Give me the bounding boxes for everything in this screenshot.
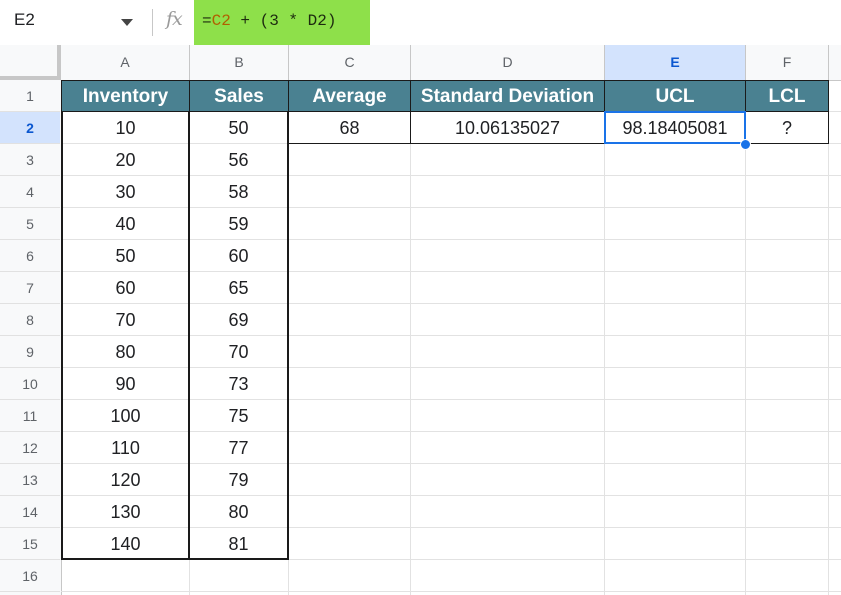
row-header[interactable]: 4: [0, 176, 60, 208]
formula-input[interactable]: =C2 + (3 * D2): [194, 0, 370, 45]
column-header-f[interactable]: F: [746, 45, 829, 80]
divider: [152, 9, 153, 36]
column-header-d[interactable]: D: [411, 45, 605, 80]
sales-cell[interactable]: 60: [188, 240, 289, 272]
row-header[interactable]: 6: [0, 240, 60, 272]
chevron-down-icon[interactable]: [121, 19, 133, 26]
inventory-cell[interactable]: 140: [61, 528, 190, 560]
sales-cell[interactable]: 80: [188, 496, 289, 528]
inventory-cell[interactable]: 80: [61, 336, 190, 368]
sales-cell[interactable]: 50: [188, 112, 289, 144]
inventory-cell[interactable]: 120: [61, 464, 190, 496]
row-header[interactable]: 2: [0, 112, 60, 144]
formula-ref-d2: D2: [307, 12, 327, 30]
inventory-cell[interactable]: 20: [61, 144, 190, 176]
fx-icon: fx: [166, 8, 183, 30]
inventory-cell[interactable]: 40: [61, 208, 190, 240]
fill-handle[interactable]: [740, 139, 751, 150]
gridline: [745, 80, 746, 595]
inventory-cell[interactable]: 60: [61, 272, 190, 304]
row-header[interactable]: 15: [0, 528, 60, 560]
column-header-c[interactable]: C: [289, 45, 411, 80]
sales-cell[interactable]: 81: [188, 528, 289, 560]
lcl-value-cell[interactable]: ?: [745, 111, 829, 144]
header-cell-average[interactable]: Average: [288, 80, 411, 112]
inventory-cell[interactable]: 10: [61, 112, 190, 144]
sales-cell[interactable]: 70: [188, 336, 289, 368]
formula-text: =C2 + (3 * D2): [202, 12, 336, 30]
inventory-cell[interactable]: 70: [61, 304, 190, 336]
column-header-b[interactable]: B: [190, 45, 289, 80]
active-cell-selection[interactable]: [604, 111, 746, 144]
row-header[interactable]: 13: [0, 464, 60, 496]
std-dev-value-cell[interactable]: 10.06135027: [410, 111, 605, 144]
inventory-cell[interactable]: 100: [61, 400, 190, 432]
sales-cell[interactable]: 59: [188, 208, 289, 240]
row-header[interactable]: 10: [0, 368, 60, 400]
inventory-cell[interactable]: 50: [61, 240, 190, 272]
formula-suffix: ): [326, 12, 337, 30]
gridline: [604, 80, 605, 595]
sales-cell[interactable]: 73: [188, 368, 289, 400]
inventory-cell[interactable]: 90: [61, 368, 190, 400]
inventory-cell[interactable]: 30: [61, 176, 190, 208]
row-header[interactable]: 16: [0, 560, 60, 592]
column-header-e[interactable]: E: [605, 45, 746, 80]
header-cell-ucl[interactable]: UCL: [604, 80, 746, 112]
name-box[interactable]: E2: [14, 10, 35, 30]
gridline: [61, 591, 841, 592]
formula-ref-c2: C2: [211, 12, 231, 30]
gridline: [410, 80, 411, 595]
row-header[interactable]: 14: [0, 496, 60, 528]
row-header[interactable]: 9: [0, 336, 60, 368]
column-header-bar: A B C D E F: [0, 45, 841, 81]
sales-cell[interactable]: 75: [188, 400, 289, 432]
sheet-grid[interactable]: Inventory Sales Average Standard Deviati…: [61, 80, 841, 595]
row-header[interactable]: 8: [0, 304, 60, 336]
column-header-a[interactable]: A: [61, 45, 190, 80]
gridline: [828, 80, 829, 595]
inventory-cell[interactable]: 130: [61, 496, 190, 528]
formula-bar: E2 fx =C2 + (3 * D2): [0, 0, 841, 46]
select-all-corner[interactable]: [0, 45, 61, 80]
header-cell-sales[interactable]: Sales: [189, 80, 289, 112]
row-header[interactable]: 3: [0, 144, 60, 176]
row-header[interactable]: 1: [0, 80, 60, 112]
sales-cell[interactable]: 77: [188, 432, 289, 464]
formula-mid: + (3 *: [230, 12, 308, 30]
header-cell-lcl[interactable]: LCL: [745, 80, 829, 112]
sales-cell[interactable]: 56: [188, 144, 289, 176]
sales-cell[interactable]: 65: [188, 272, 289, 304]
row-header-bar: 1 2 3 4 5 6 7 8 9 10 11 12 13 14 15 16: [0, 80, 62, 595]
row-header[interactable]: 11: [0, 400, 60, 432]
formula-prefix: =: [202, 12, 212, 30]
row-header[interactable]: 7: [0, 272, 60, 304]
sales-cell[interactable]: 58: [188, 176, 289, 208]
sales-cell[interactable]: 79: [188, 464, 289, 496]
row-header[interactable]: 12: [0, 432, 60, 464]
row-header[interactable]: 5: [0, 208, 60, 240]
header-cell-standard-deviation[interactable]: Standard Deviation: [410, 80, 605, 112]
header-cell-inventory[interactable]: Inventory: [61, 80, 190, 112]
sales-cell[interactable]: 69: [188, 304, 289, 336]
average-value-cell[interactable]: 68: [288, 111, 411, 144]
inventory-cell[interactable]: 110: [61, 432, 190, 464]
